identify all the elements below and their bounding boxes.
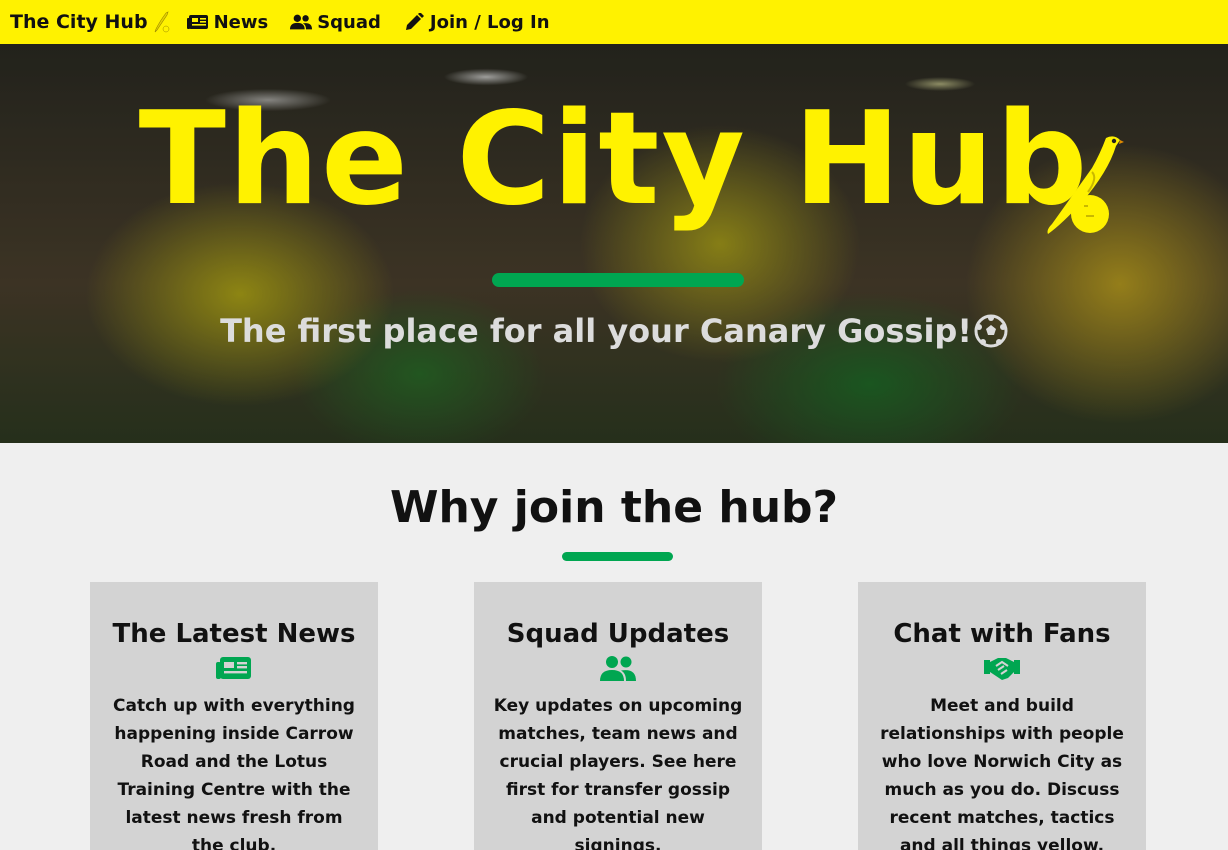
football-icon bbox=[974, 314, 1008, 348]
canary-bird-icon bbox=[1047, 136, 1124, 234]
card-text: Catch up with everything happening insid… bbox=[113, 696, 355, 850]
users-icon bbox=[600, 656, 636, 681]
section-divider bbox=[562, 552, 673, 561]
nav-brand-label: The City Hub bbox=[10, 11, 148, 33]
card-title: Squad Updates bbox=[506, 619, 730, 649]
canary-bird-icon bbox=[154, 11, 169, 33]
nav-brand[interactable]: The City Hub bbox=[10, 11, 171, 33]
card-text: Key updates on upcoming matches, team ne… bbox=[493, 696, 743, 850]
navbar: The City Hub News Squad Join / Log In bbox=[0, 0, 1228, 44]
nav-link-label: Join / Log In bbox=[429, 11, 550, 33]
users-icon bbox=[290, 14, 313, 30]
card-title: The Latest News bbox=[112, 619, 356, 649]
nav-link-label: News bbox=[213, 11, 269, 33]
feature-card-squad: Squad Updates Key updates on upcoming ma… bbox=[474, 582, 762, 850]
section-title: Why join the hub? bbox=[389, 482, 839, 533]
nav-link-join-login[interactable]: Join / Log In bbox=[403, 12, 550, 33]
feature-card-news: The Latest News Catch up with everything… bbox=[90, 582, 378, 850]
nav-link-news[interactable]: News bbox=[186, 11, 269, 33]
nav-link-label: Squad bbox=[317, 11, 381, 33]
hero-subtitle-text: The first place for all your Canary Goss… bbox=[220, 312, 972, 350]
newspaper-icon bbox=[186, 15, 208, 29]
hero-divider bbox=[492, 273, 744, 287]
newspaper-icon bbox=[216, 657, 251, 679]
hero-subtitle: The first place for all your Canary Goss… bbox=[0, 312, 1228, 350]
feature-card-chat: Chat with Fans Meet and build relationsh… bbox=[858, 582, 1146, 850]
nav-link-squad[interactable]: Squad bbox=[290, 12, 381, 33]
handshake-icon bbox=[984, 658, 1020, 680]
card-text: Meet and build relationships with people… bbox=[880, 696, 1124, 850]
hero-banner: The City Hub The first place for all you… bbox=[0, 44, 1228, 443]
card-title: Chat with Fans bbox=[893, 619, 1111, 649]
pencil-icon bbox=[405, 13, 424, 30]
